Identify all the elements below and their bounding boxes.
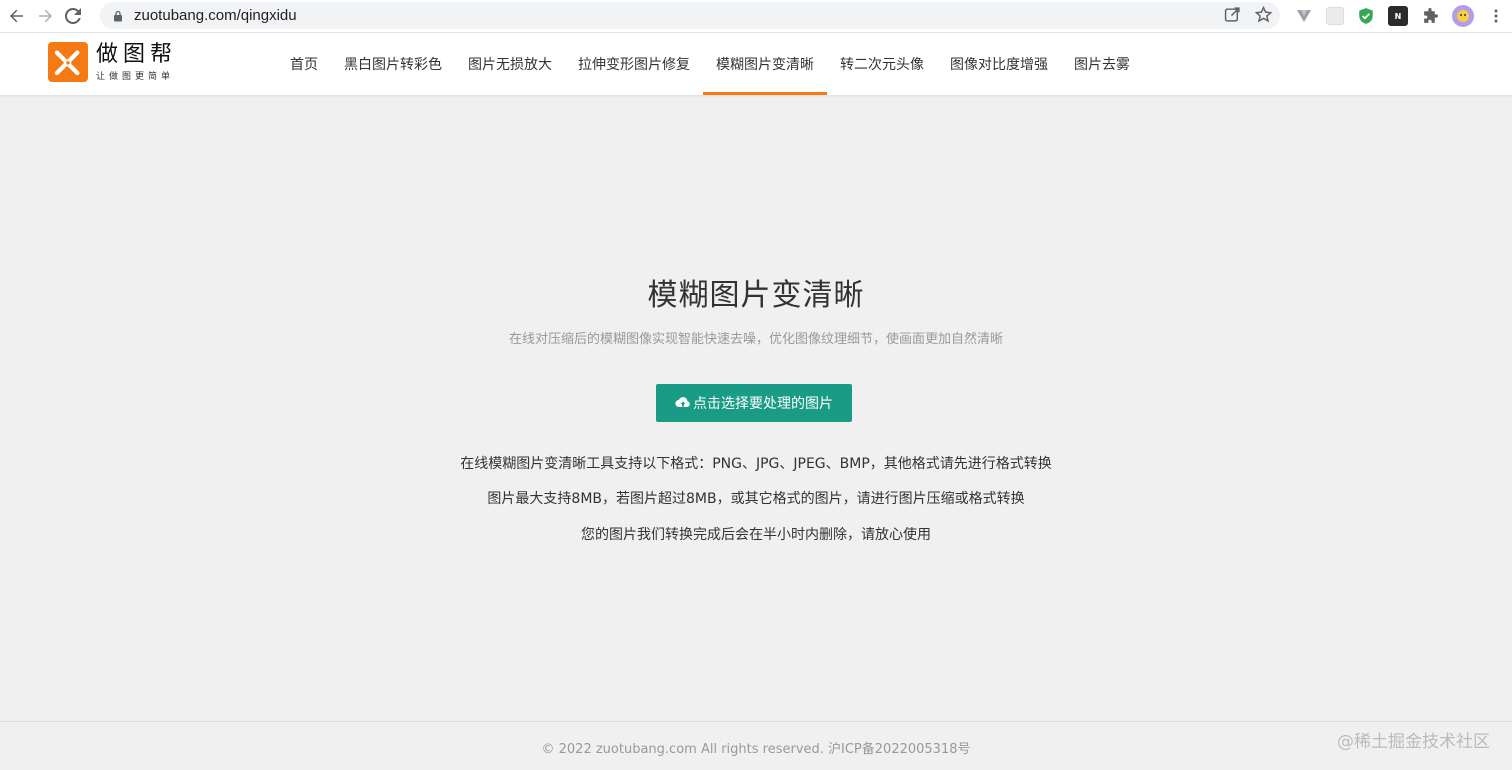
- info-privacy: 您的图片我们转换完成后会在半小时内删除，请放心使用: [581, 527, 931, 543]
- site-header: 做图帮 让做图更简单 首页 黑白图片转彩色 图片无损放大 拉伸变形图片修复 模糊…: [0, 33, 1512, 95]
- forward-button[interactable]: [34, 5, 56, 27]
- main-nav: 首页 黑白图片转彩色 图片无损放大 拉伸变形图片修复 模糊图片变清晰 转二次元头…: [277, 33, 1143, 95]
- watermark-text: @稀土掘金技术社区: [1337, 732, 1490, 752]
- shield-extension-icon[interactable]: [1356, 6, 1376, 26]
- nav-item-upscale[interactable]: 图片无损放大: [455, 33, 565, 95]
- nav-item-home[interactable]: 首页: [277, 33, 331, 95]
- profile-avatar[interactable]: [1452, 5, 1474, 27]
- share-icon[interactable]: [1224, 6, 1241, 23]
- url-text: zuotubang.com/qingxidu: [134, 7, 297, 24]
- back-button[interactable]: [6, 5, 28, 27]
- info-size-limit: 图片最大支持8MB，若图片超过8MB，或其它格式的图片，请进行图片压缩或格式转换: [487, 491, 1025, 507]
- address-bar[interactable]: zuotubang.com/qingxidu: [100, 2, 1280, 29]
- reload-button[interactable]: [62, 5, 84, 27]
- upload-button-label: 点击选择要处理的图片: [693, 395, 833, 411]
- info-formats: 在线模糊图片变清晰工具支持以下格式：PNG、JPG、JPEG、BMP，其他格式请…: [460, 456, 1052, 472]
- bookmark-star-icon[interactable]: [1255, 6, 1272, 23]
- puzzle-extensions-icon[interactable]: [1420, 6, 1440, 26]
- lock-icon: [114, 10, 122, 21]
- arrow-right-icon: [39, 9, 52, 23]
- site-logo[interactable]: 做图帮 让做图更简单: [48, 42, 177, 82]
- browser-menu-icon[interactable]: [1486, 6, 1506, 26]
- logo-mark-icon: [48, 42, 88, 82]
- nav-item-colorize[interactable]: 黑白图片转彩色: [331, 33, 455, 95]
- nav-item-stretch-fix[interactable]: 拉伸变形图片修复: [565, 33, 703, 95]
- page-title: 模糊图片变清晰: [647, 278, 865, 313]
- cloud-upload-icon: [675, 397, 690, 408]
- new-extension-icon[interactable]: N: [1388, 6, 1408, 26]
- vuetify-extension-icon[interactable]: [1294, 6, 1314, 26]
- logo-title: 做图帮: [96, 41, 178, 67]
- nav-item-contrast[interactable]: 图像对比度增强: [937, 33, 1061, 95]
- site-footer: © 2022 zuotubang.com All rights reserved…: [0, 721, 1512, 770]
- arrow-left-icon: [10, 9, 23, 23]
- nav-item-dehaze[interactable]: 图片去雾: [1061, 33, 1143, 95]
- nav-item-anime-avatar[interactable]: 转二次元头像: [827, 33, 937, 95]
- extensions-bar: N: [1294, 5, 1506, 27]
- blank-extension-icon[interactable]: [1326, 7, 1344, 25]
- copyright-text: © 2022 zuotubang.com All rights reserved…: [541, 742, 971, 757]
- reload-icon: [65, 8, 81, 24]
- nav-item-deblur[interactable]: 模糊图片变清晰: [703, 33, 827, 95]
- page-subtitle: 在线对压缩后的模糊图像实现智能快速去噪，优化图像纹理细节，使画面更加自然清晰: [508, 332, 1003, 347]
- browser-toolbar: zuotubang.com/qingxidu N: [0, 0, 1512, 33]
- upload-image-button[interactable]: 点击选择要处理的图片: [656, 384, 852, 422]
- logo-subtitle: 让做图更简单: [96, 71, 175, 82]
